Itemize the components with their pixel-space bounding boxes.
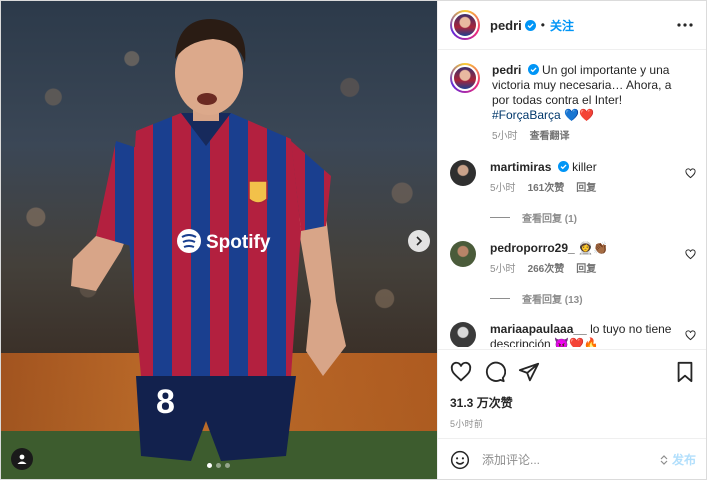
view-replies-label: 查看回复 (13) — [522, 295, 583, 306]
comment-item: mariaapaulaaa__ lo tuyo no tiene descrip… — [450, 322, 696, 347]
comment-likes[interactable]: 161次赞 — [528, 181, 565, 196]
comment-likes[interactable]: 266次赞 — [528, 262, 565, 277]
replies-divider — [490, 217, 510, 218]
post-comment-button[interactable]: 发布 — [659, 451, 696, 468]
post-time[interactable]: 5小时前 — [450, 417, 696, 430]
header-username[interactable]: pedri — [490, 18, 522, 33]
user-tag-button[interactable] — [11, 448, 33, 470]
more-options-button[interactable] — [674, 16, 696, 34]
comment-time[interactable]: 5小时 — [490, 262, 516, 277]
comment-meta: 5小时 161次赞 回复 — [490, 181, 680, 196]
separator: • — [540, 18, 545, 32]
comment-item: pedroporro29_ 👩‍🚀👏🏾 5小时 266次赞 回复 — [450, 241, 696, 277]
translate-link[interactable]: 查看翻译 — [530, 129, 570, 144]
view-replies-button[interactable]: 查看回复 (1) — [490, 210, 696, 225]
post-dialog: Spotify 8 pedri • 关注 pedri Un gol import… — [0, 0, 707, 480]
caption-username[interactable]: pedri — [492, 63, 521, 77]
share-icon[interactable] — [518, 361, 540, 383]
comment-item: martimiras killer 5小时 161次赞 回复 — [450, 160, 696, 196]
post-comment-label: 发布 — [671, 453, 696, 467]
comment-body: mariaapaulaaa__ lo tuyo no tiene descrip… — [490, 322, 680, 347]
slide-indicator — [207, 463, 230, 468]
heart-icon[interactable] — [685, 330, 696, 341]
post-header: pedri • 关注 — [438, 1, 706, 50]
avatar[interactable] — [450, 322, 476, 347]
replies-divider — [490, 298, 510, 299]
comment-time[interactable]: 5小时 — [490, 181, 516, 196]
comment-body: martimiras killer 5小时 161次赞 回复 — [490, 160, 680, 196]
player-photo: Spotify 8 — [71, 19, 346, 461]
caption-meta: 5小时 查看翻译 — [492, 129, 692, 144]
jersey-number: 8 — [156, 383, 175, 421]
view-replies-label: 查看回复 (1) — [522, 214, 577, 225]
avatar[interactable] — [450, 160, 476, 186]
comment-username[interactable]: mariaapaulaaa__ — [490, 322, 587, 336]
comment-text: killer — [572, 160, 597, 174]
comment-text: 👩‍🚀👏🏾 — [578, 241, 608, 255]
action-icon-row — [450, 360, 696, 384]
comment-composer: 发布 — [438, 438, 706, 479]
comments-list[interactable]: pedri Un gol importante y una victoria m… — [438, 51, 706, 347]
post-media[interactable]: Spotify 8 — [1, 1, 437, 479]
reply-button[interactable]: 回复 — [576, 181, 596, 196]
verified-icon — [527, 64, 539, 75]
comment-input[interactable] — [482, 452, 642, 467]
slide-dot — [207, 463, 212, 468]
slide-dot — [225, 463, 230, 468]
more-icon — [677, 23, 693, 27]
caption-emojis: 💙❤️ — [564, 108, 594, 122]
comment-meta: 5小时 266次赞 回复 — [490, 262, 680, 277]
verified-icon — [524, 19, 536, 31]
avatar[interactable] — [450, 63, 480, 93]
comment-username[interactable]: pedroporro29_ — [490, 241, 575, 255]
next-slide-button[interactable] — [408, 230, 430, 252]
view-replies-button[interactable]: 查看回复 (13) — [490, 291, 696, 306]
likes-count[interactable]: 31.3 万次赞 — [450, 394, 696, 411]
heart-icon[interactable] — [685, 168, 696, 179]
slide-dot — [216, 463, 221, 468]
avatar[interactable] — [450, 241, 476, 267]
heart-icon[interactable] — [450, 361, 472, 383]
caption-hashtag[interactable]: #ForçaBarça — [492, 108, 561, 122]
comment-body: pedroporro29_ 👩‍🚀👏🏾 5小时 266次赞 回复 — [490, 241, 680, 277]
chevron-updown-icon — [660, 454, 668, 465]
comment-icon[interactable] — [484, 361, 506, 383]
jersey-sponsor: Spotify — [206, 232, 271, 253]
caption-time[interactable]: 5小时 — [492, 129, 518, 144]
user-tag-icon — [17, 454, 27, 464]
post-actions: 31.3 万次赞 5小时前 — [438, 349, 706, 430]
caption-body: pedri Un gol importante y una victoria m… — [492, 63, 692, 144]
next-arrow-icon — [416, 236, 423, 246]
reply-button[interactable]: 回复 — [576, 262, 596, 277]
comment-username[interactable]: martimiras — [490, 160, 551, 174]
verified-icon — [557, 161, 569, 172]
emoji-icon[interactable] — [450, 450, 470, 470]
avatar[interactable] — [450, 10, 480, 40]
post-side-panel: pedri • 关注 pedri Un gol importante y una… — [437, 1, 706, 479]
follow-button[interactable]: 关注 — [550, 17, 574, 34]
post-caption: pedri Un gol importante y una victoria m… — [450, 63, 696, 144]
bookmark-icon[interactable] — [674, 361, 696, 383]
heart-icon[interactable] — [685, 249, 696, 260]
